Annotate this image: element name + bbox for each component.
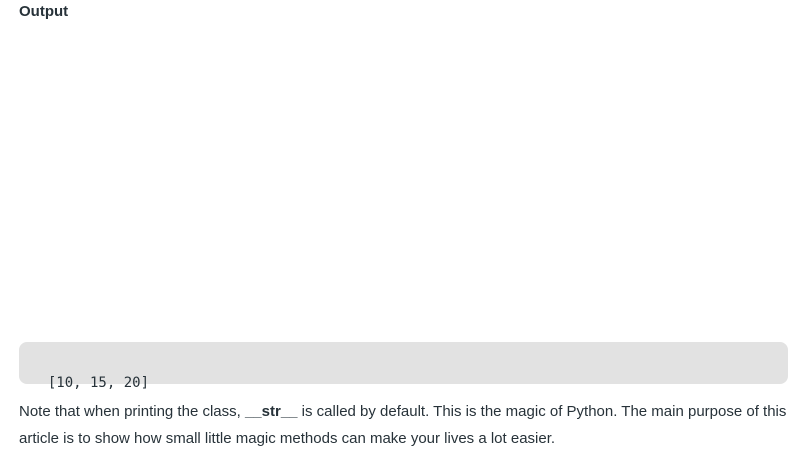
paragraph-bold-str: __str__ xyxy=(244,403,298,420)
code-output-block: [10, 15, 20] xyxy=(19,342,788,391)
output-blank-area xyxy=(19,24,787,334)
code-output-text: [10, 15, 20] xyxy=(47,375,150,391)
output-heading: Output xyxy=(19,3,69,20)
explanation-paragraph: Note that when printing the class, __str… xyxy=(19,398,789,452)
paragraph-text-before: Note that when printing the class, xyxy=(19,403,245,420)
